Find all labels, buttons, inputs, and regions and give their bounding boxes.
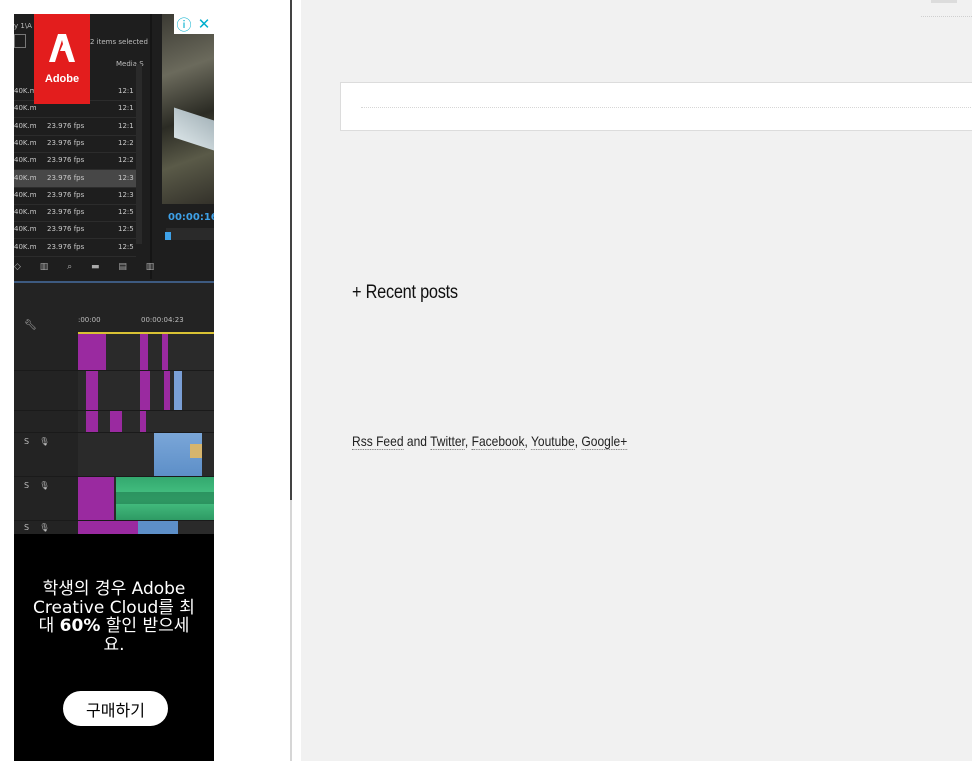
ad-file-fps: 23.976 fps <box>47 242 85 251</box>
ad-file-time: 12:2 <box>118 138 134 147</box>
ad-file-time: 12:3 <box>118 173 134 182</box>
ad-file-time: 12:1 <box>118 87 134 95</box>
ad-timecode: 00:00:16: <box>168 212 214 223</box>
google-plus-link[interactable]: Google+ <box>581 433 628 450</box>
ad-file-row: 40K.m 23.976 fps 12:3 <box>14 169 136 188</box>
ad-scrollbar <box>136 64 142 244</box>
adobe-a-icon <box>49 33 75 67</box>
sidebar-divider-lower <box>290 500 292 761</box>
ad-file-time: 12:1 <box>118 104 134 113</box>
ad-playhead <box>165 232 171 240</box>
ad-file-row: 40K.m 23.976 fps 12:5 <box>14 239 136 257</box>
ad-headline-discount: 60% <box>59 616 101 636</box>
buy-button[interactable]: 구매하기 <box>63 691 168 726</box>
ad-headline: 학생의 경우 Adobe Creative Cloud를 최대 60% 할인 받… <box>14 580 214 654</box>
top-ornament <box>931 0 957 3</box>
ad-ruler-mark: 00:00:04:23 <box>141 316 184 324</box>
ad-file-name: 40K.m <box>14 242 37 251</box>
adobe-ad[interactable]: y 1\A 2 items selected Media S 40K.m 12:1… <box>14 14 214 761</box>
ad-file-time: 12:3 <box>118 190 134 199</box>
sidebar-divider <box>290 0 292 500</box>
top-separator <box>921 16 972 17</box>
ad-file-fps: 23.976 fps <box>47 208 85 217</box>
ad-file-name: 40K.m <box>14 173 37 182</box>
social-links: Rss Feed and Twitter, Facebook, Youtube,… <box>352 433 628 450</box>
ad-items-selected: 2 items selected <box>90 38 148 46</box>
ad-file-name: 40K.m <box>14 121 37 130</box>
facebook-link[interactable]: Facebook <box>471 433 525 450</box>
info-icon[interactable]: ⓘ <box>174 14 194 34</box>
search-input[interactable] <box>340 82 972 131</box>
ad-file-row: 40K.m 23.976 fps 12:5 <box>14 204 136 223</box>
ad-file-fps: 23.976 fps <box>47 121 85 130</box>
audio-track-label: S 🎙︎ <box>24 481 50 490</box>
adobe-wordmark: Adobe <box>44 72 80 85</box>
youtube-link[interactable]: Youtube <box>530 433 575 450</box>
ad-file-row: 40K.m 23.976 fps 12:1 <box>14 118 136 136</box>
ad-file-name: 40K.m <box>14 225 37 234</box>
ad-file-time: 12:5 <box>118 242 134 251</box>
ad-file-name: 40K.m <box>14 156 37 165</box>
ad-checkbox <box>14 34 26 48</box>
close-icon[interactable]: ✕ <box>194 14 214 34</box>
ad-file-time: 12:2 <box>118 156 134 165</box>
main-content: + Recent posts Rss Feed and Twitter, Fac… <box>301 0 972 761</box>
ad-panel-header: y 1\A <box>14 22 32 30</box>
ad-toolbar-icons: ◇ ▥ ⌕ ▬ ▤ ▥ <box>14 262 163 272</box>
ad-file-row: 40K.m 23.976 fps 12:2 <box>14 152 136 171</box>
recent-posts-title: + Recent posts <box>352 282 458 303</box>
rss-feed-link[interactable]: Rss Feed <box>352 433 404 450</box>
audio-track-label: S 🎙︎ <box>24 523 50 532</box>
ad-file-fps: 23.976 fps <box>47 138 85 147</box>
ad-file-fps: 23.976 fps <box>47 156 85 165</box>
ad-file-time: 12:5 <box>118 225 134 234</box>
ad-file-time: 12:1 <box>118 121 134 130</box>
ad-video-preview <box>162 14 214 204</box>
ad-file-row: 40K.m 23.976 fps 12:2 <box>14 135 136 153</box>
ad-file-fps: 23.976 fps <box>47 225 85 234</box>
wrench-icon: 🔧︎ <box>24 320 37 331</box>
social-and: and <box>403 433 431 449</box>
ad-file-name: 40K.m <box>14 208 37 217</box>
ad-ruler-start: :00:00 <box>78 316 101 324</box>
ad-file-name: 40K.m <box>14 104 37 113</box>
ad-file-fps: 23.976 fps <box>47 173 85 182</box>
ad-file-fps: 23.976 fps <box>47 190 85 199</box>
ad-controls: ⓘ ✕ <box>174 14 214 34</box>
ad-file-row: 40K.m 23.976 fps 12:3 <box>14 187 136 205</box>
twitter-link[interactable]: Twitter <box>430 433 465 450</box>
ad-file-row: 40K.m 23.976 fps 12:5 <box>14 221 136 240</box>
ad-file-time: 12:5 <box>118 208 134 217</box>
social-separator: , <box>574 433 582 449</box>
audio-track-label: S 🎙︎ <box>24 437 50 446</box>
ad-file-name: 40K.m <box>14 138 37 147</box>
ad-headline-text-end: 할인 받으세요. <box>100 616 190 655</box>
adobe-logo[interactable]: Adobe <box>34 14 90 104</box>
ad-file-name: 40K.m <box>14 190 37 199</box>
